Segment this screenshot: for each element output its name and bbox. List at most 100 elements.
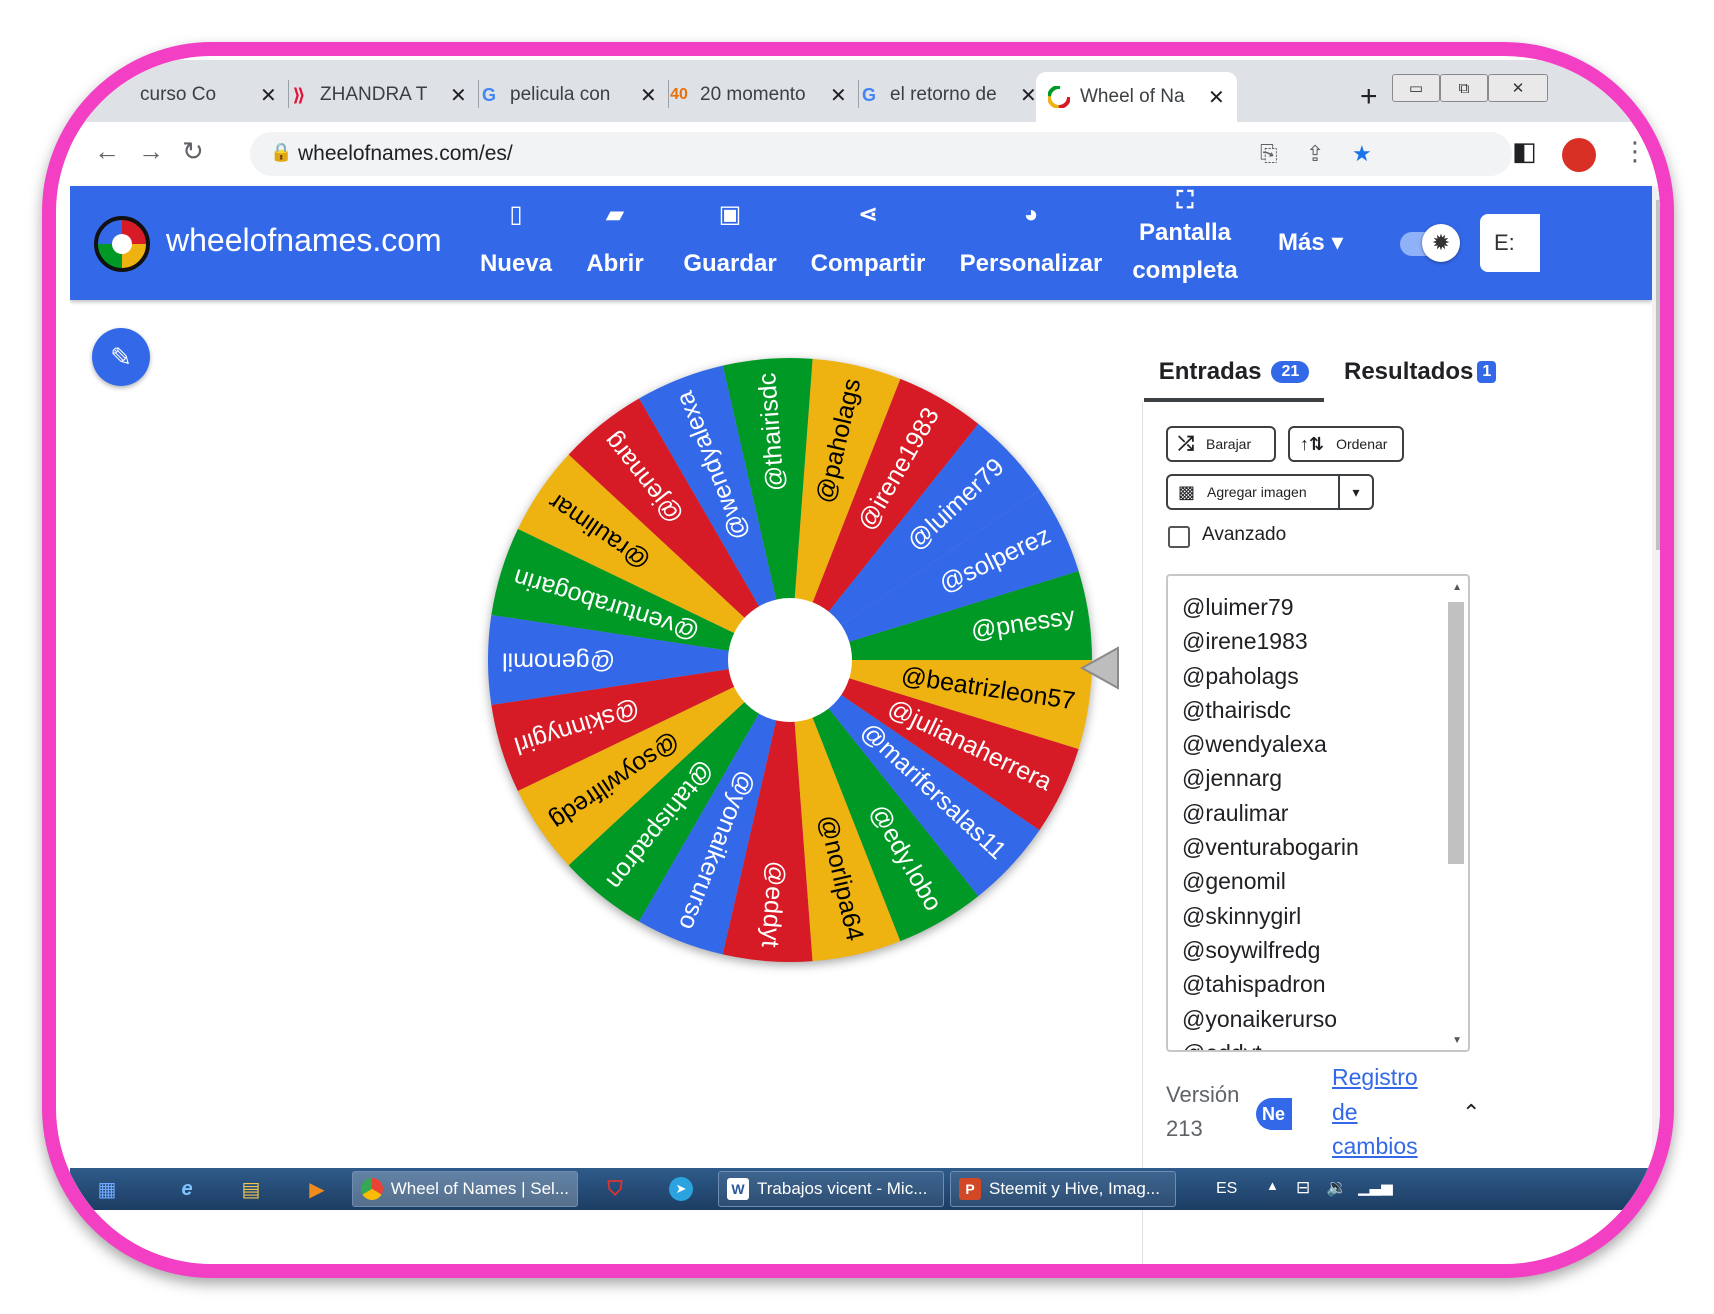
browser-tab-concurso[interactable]: curso Co ✕ [130,74,289,116]
tab-label: el retorno de [890,84,997,105]
chrome-icon [361,1178,383,1200]
forward-icon[interactable]: → [138,136,164,167]
version-info: Versión 213 [1166,1082,1240,1141]
new-button[interactable]: ▯ Nueva [476,200,556,278]
scroll-down-icon[interactable]: ▼ [1452,1035,1462,1046]
scroll-up-icon[interactable]: ▲ [1452,582,1462,593]
share-button[interactable]: ⋖ Compartir [808,200,928,278]
fullscreen-button[interactable]: ⛶ Pantalla completa [1130,187,1240,290]
save-button[interactable]: ▣ Guardar [680,200,780,278]
taskbar-item-wheel[interactable]: Wheel of Names | Sel... [352,1171,578,1207]
changelog-link[interactable]: Registro de cambios [1332,1060,1418,1164]
browser-tab-wheel-of-names[interactable]: Wheel of Na ✕ [1036,72,1237,122]
tab-label: pelicula con [510,84,611,105]
profile-avatar[interactable] [1562,138,1596,172]
close-icon[interactable]: ✕ [640,83,657,108]
side-panel-icon[interactable]: ◧ [1512,136,1537,167]
brand-name[interactable]: wheelofnames.com [166,222,442,259]
back-icon[interactable]: ← [94,136,120,167]
entries-textarea[interactable]: @luimer79 @irene1983 @paholags @thairisdc @w… [1166,574,1470,1052]
input-language[interactable]: ES [1216,1180,1237,1198]
close-icon[interactable]: ✕ [260,83,277,108]
internet-explorer-icon[interactable]: e [172,1174,202,1204]
wheel-svg[interactable]: @luimer79@irene1983@paholags@thairisdc@w… [484,354,1096,966]
palette-icon: ◕ [1023,201,1039,228]
address-bar[interactable]: 🔒 wheelofnames.com/es/ ⎘ ⇪ ★ [250,132,1512,176]
restore-button[interactable]: ⧉ [1440,74,1488,102]
new-tab-button[interactable]: + [1360,80,1378,114]
tab-entries[interactable]: Entradas 21 [1144,346,1324,402]
entry-line: @soywilfredg [1182,936,1321,963]
entry-line: @irene1983 [1182,628,1308,655]
page-scrollbar[interactable] [1652,186,1660,1166]
taskbar-item-word[interactable]: W Trabajos vicent - Mic... [718,1171,944,1207]
word-icon: W [727,1178,749,1200]
share-icon[interactable]: ⇪ [1306,141,1324,167]
customize-button[interactable]: ◕ Personalizar [956,200,1106,278]
windows-taskbar: ▦ e ▤ ▶ Wheel of Names | Sel... ⛉ ➤ W Tr… [70,1168,1660,1210]
entries-count-badge: 21 [1271,361,1310,383]
hive-icon: ⟫ [292,84,306,105]
entry-line: @paholags [1182,662,1299,689]
sort-button[interactable]: ↑⇅ Ordenar [1288,426,1404,462]
shuffle-button[interactable]: ⤮ Barajar [1166,426,1276,462]
wheel-center[interactable] [728,598,852,722]
close-icon[interactable]: ✕ [1208,85,1225,110]
volume-icon[interactable]: 🔉 [1326,1178,1347,1198]
signal-icon[interactable]: ▁▃▅ [1358,1178,1393,1196]
close-icon[interactable]: ✕ [450,83,467,108]
start-grid-icon[interactable]: ▦ [92,1174,122,1204]
entry-line: @genomil [1182,868,1286,895]
entry-line: @jennarg [1182,765,1283,792]
entry-line: @tahispadron [1182,971,1326,998]
app-shield-icon[interactable]: ⛉ [600,1174,630,1204]
wheel[interactable]: @luimer79 @irene1983 @paholags @thairisdc @w… [484,354,1096,966]
chevron-down-icon[interactable]: ▾ [1338,476,1372,508]
wheel-logo-icon[interactable] [94,216,150,272]
close-icon[interactable]: ✕ [830,83,847,108]
sun-icon[interactable]: ✹ [1422,224,1460,262]
entry-line: @venturabogarin [1182,834,1359,861]
more-dropdown[interactable]: Más ▾ [1278,228,1343,257]
close-window-button[interactable]: ✕ [1488,74,1548,102]
google-icon: G [861,84,876,105]
textarea-scrollbar[interactable] [1448,602,1464,864]
taskbar-item-powerpoint[interactable]: P Steemit y Hive, Imag... [950,1171,1176,1207]
floppy-icon: ▣ [718,201,742,228]
menu-icon[interactable]: ⋮ [1622,136,1648,167]
shuffle-icon: ⤮ [1178,432,1194,455]
close-icon[interactable]: ✕ [1020,83,1037,108]
browser-tab-strip: curso Co ✕ ⟫ ZHANDRA T ✕ G pelicula con … [70,60,1660,122]
bookmark-star-icon[interactable]: ★ [1352,141,1372,167]
tray-expand-icon[interactable]: ▲ [1266,1178,1279,1193]
entry-line: @luimer79 [1182,594,1294,620]
add-image-button[interactable]: ▩ Agregar imagen ▾ [1166,474,1374,510]
browser-tab-pelicula[interactable]: G pelicula con ✕ [478,74,669,116]
tab-results[interactable]: Resultados 1 [1344,346,1497,398]
page-scrollbar-thumb[interactable] [1656,200,1660,550]
entry-line: @skinnygirl [1182,902,1302,929]
browser-tab-zhandra[interactable]: ⟫ ZHANDRA T ✕ [288,74,479,116]
advanced-label: Avanzado [1202,524,1287,545]
network-device-icon[interactable]: ⊟ [1296,1178,1310,1198]
file-explorer-icon[interactable]: ▤ [236,1174,266,1204]
translate-icon[interactable]: ⎘ [1260,141,1278,167]
file-icon: ▯ [509,201,523,228]
minimize-button[interactable]: ▭ [1392,74,1440,102]
open-button[interactable]: ▰ Abrir [580,200,650,278]
share-nodes-icon: ⋖ [857,201,879,228]
fullscreen-icon: ⛶ [1176,187,1194,214]
powerpoint-icon: P [959,1178,981,1200]
reload-icon[interactable]: ↻ [182,136,204,167]
chevron-up-icon[interactable]: ⌃ [1462,1100,1480,1126]
edit-pencil-button[interactable]: ✎ [92,328,150,386]
url-text[interactable]: wheelofnames.com/es/ [298,142,513,166]
media-player-icon[interactable]: ▶ [302,1174,332,1204]
entry-line: @yonaikerurso [1182,1005,1338,1032]
language-select[interactable]: E: [1480,214,1540,272]
telegram-icon[interactable]: ➤ [666,1174,696,1204]
advanced-checkbox[interactable] [1168,526,1190,548]
wheel-pointer-icon [1079,646,1119,690]
browser-tab-retorno[interactable]: G el retorno de ✕ [858,74,1037,116]
browser-tab-momentos[interactable]: 40 20 momento ✕ [668,74,859,116]
